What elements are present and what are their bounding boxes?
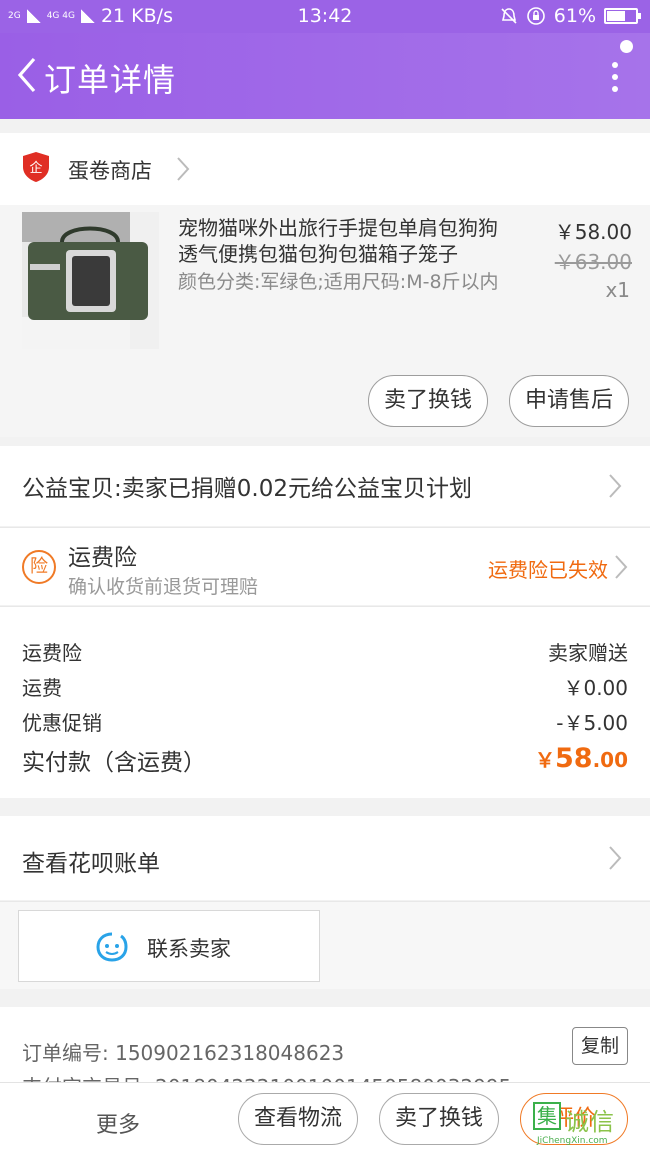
- chat-face-icon: [96, 932, 128, 962]
- total-label: 实付款（含运费）: [22, 750, 206, 776]
- insurance-icon: 险: [22, 550, 56, 584]
- copy-button[interactable]: 复制: [572, 1027, 628, 1065]
- cost-row: 优惠促销 -￥5.00: [22, 707, 628, 736]
- resell-button-bottom[interactable]: 卖了换钱: [379, 1093, 499, 1145]
- status-bar: 2G 4G 4G 21 KB/s 13:42 61%: [0, 0, 650, 33]
- contact-seller-label: 联系卖家: [147, 937, 231, 961]
- chevron-right-icon: [177, 157, 190, 181]
- product-spec: 颜色分类:军绿色;适用尺码:M-8斤以内: [178, 271, 499, 293]
- pet-carrier-image: [22, 212, 159, 349]
- cost-label: 运费: [22, 676, 62, 700]
- after-sale-button[interactable]: 申请售后: [509, 375, 629, 427]
- cost-row: 运费险 卖家赠送: [22, 637, 628, 666]
- cost-label: 优惠促销: [22, 711, 102, 735]
- charity-row[interactable]: 公益宝贝:卖家已捐赠0.02元给公益宝贝计划: [0, 446, 650, 526]
- order-number: 订单编号: 150902162318048623: [22, 1041, 345, 1065]
- page-title: 订单详情: [44, 61, 177, 99]
- shop-row[interactable]: 企 蛋卷商店: [0, 133, 650, 205]
- cost-row: 运费 ￥0.00: [22, 672, 628, 701]
- enterprise-shield-icon: 企: [23, 152, 49, 182]
- cost-label: 运费险: [22, 641, 82, 665]
- site-watermark: 集 诚信 JiChengXin.com: [533, 1102, 650, 1155]
- product-original-price: ￥63.00: [554, 250, 632, 274]
- shipping-insurance-row[interactable]: 险 运费险 确认收货前退货可理赔 运费险已失效: [0, 527, 650, 605]
- contact-seller-button[interactable]: 联系卖家: [18, 910, 320, 982]
- watermark-logo: 集: [533, 1102, 561, 1130]
- watermark-text: 诚信: [565, 1108, 615, 1136]
- resell-button[interactable]: 卖了换钱: [368, 375, 488, 427]
- huabei-bill-row[interactable]: 查看花呗账单: [0, 816, 650, 900]
- product-price: ￥58.00: [554, 220, 632, 244]
- back-arrow-icon[interactable]: [10, 53, 44, 97]
- insurance-title: 运费险: [68, 545, 137, 571]
- shop-icon-text: 企: [29, 160, 42, 176]
- more-options-icon[interactable]: [600, 57, 630, 97]
- product-card[interactable]: 宠物猫咪外出旅行手提包单肩包狗狗透气便携包猫包狗包猫箱子笼子 颜色分类:军绿色;…: [0, 205, 650, 437]
- chevron-right-icon: [615, 555, 628, 579]
- battery-icon: [604, 8, 641, 24]
- battery-percent: 61%: [553, 5, 596, 27]
- chevron-right-icon: [609, 474, 622, 498]
- contact-section: 联系卖家: [0, 901, 650, 989]
- more-button[interactable]: 更多: [96, 1107, 140, 1139]
- charity-text: 公益宝贝:卖家已捐赠0.02元给公益宝贝计划: [22, 476, 472, 502]
- watermark-url: JiChengXin.com: [537, 1136, 608, 1146]
- total-value: ￥58.00: [534, 743, 628, 774]
- product-title: 宠物猫咪外出旅行手提包单肩包狗狗透气便携包猫包狗包猫箱子笼子: [178, 216, 498, 266]
- total-row: 实付款（含运费） ￥58.00: [22, 743, 628, 777]
- rotation-lock-icon: [526, 7, 545, 25]
- product-image[interactable]: [22, 212, 159, 349]
- status-right: 61%: [500, 5, 641, 27]
- cost-value: ￥0.00: [563, 676, 628, 700]
- insurance-status: 运费险已失效: [488, 558, 608, 582]
- top-nav-bar: 订单详情: [0, 33, 650, 119]
- cost-value: 卖家赠送: [548, 641, 628, 665]
- insurance-subtitle: 确认收货前退货可理赔: [68, 576, 259, 598]
- cost-value: -￥5.00: [556, 711, 628, 735]
- chevron-right-icon: [609, 846, 622, 870]
- notification-dot: [620, 40, 633, 53]
- cost-summary: 运费险 卖家赠送 运费 ￥0.00 优惠促销 -￥5.00 实付款（含运费） ￥…: [0, 606, 650, 798]
- view-logistics-button[interactable]: 查看物流: [238, 1093, 358, 1145]
- mute-bell-icon: [501, 8, 517, 24]
- huabei-text: 查看花呗账单: [22, 851, 160, 877]
- shop-name: 蛋卷商店: [68, 159, 152, 183]
- product-quantity: x1: [605, 278, 630, 302]
